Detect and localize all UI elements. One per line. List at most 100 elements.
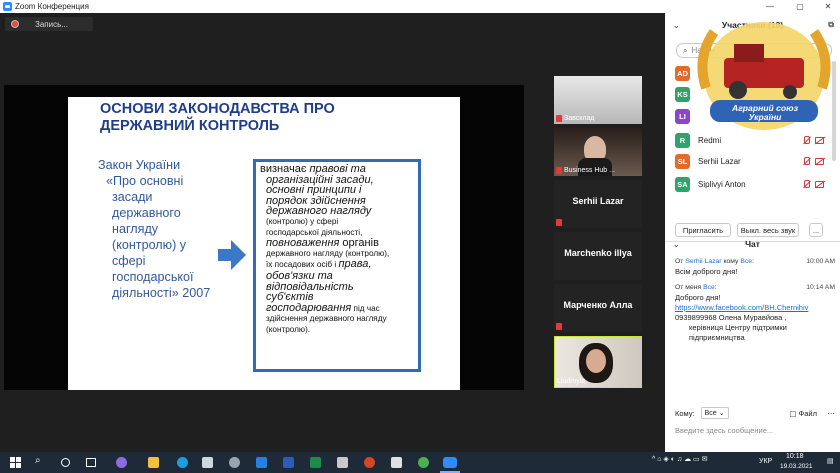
slide-definition-box: визначає правові та організаційні засади… — [253, 159, 421, 372]
participant-name: Siplivyi Anton — [698, 179, 746, 189]
zoom-app-icon — [3, 2, 12, 11]
muted-mic-icon — [556, 167, 562, 174]
participant-row[interactable]: KS — [675, 86, 835, 102]
chat-text: керівниця Центру підтримки — [689, 323, 787, 332]
video-tile-business-hub[interactable]: Business Hub ... — [554, 128, 642, 176]
tray-icons[interactable]: ^ ⌂ ◈ ◐ ♫ ☁ ▭ ✉ — [652, 455, 707, 463]
video-tile-liudmyla[interactable]: Liudmyla — [554, 336, 642, 388]
zoom-taskbar-icon[interactable] — [443, 457, 457, 468]
presentation-slide: ОСНОВИ ЗАКОНОДАВСТВА ПРО ДЕРЖАВНИЙ КОНТР… — [68, 97, 460, 390]
recording-indicator[interactable]: Запись... — [5, 17, 93, 31]
tile-name: Завсклад — [564, 115, 595, 122]
chat-time: 10:14 AM — [806, 284, 835, 291]
chat-link[interactable]: https://www.facebook.com/BH.Chernihiv — [675, 303, 808, 312]
powerpoint-icon[interactable] — [364, 457, 375, 468]
chat-recipient-row: Кому: Все ⌄ ▢ Файл ⋯ — [675, 407, 835, 419]
chat-text: 0939899968 Олена Муравйова , — [675, 313, 787, 322]
settings-icon[interactable] — [229, 457, 240, 468]
minimize-button[interactable]: — — [758, 0, 782, 13]
chat-input[interactable]: Введите здесь сообщение... — [675, 426, 773, 435]
popout-icon[interactable]: ⧉ — [828, 20, 834, 30]
slide-law-name: Закон України «Про основні засади держав… — [98, 158, 211, 300]
avatar: R — [675, 132, 690, 148]
video-tile-marchenko-illya[interactable]: Marchenko illya — [554, 232, 642, 280]
participant-row[interactable]: SA Siplivyi Anton — [675, 176, 835, 192]
close-button[interactable]: ✕ — [816, 0, 840, 13]
recipient-select[interactable]: Все ⌄ — [700, 407, 729, 419]
participant-row[interactable]: AD — [675, 65, 835, 81]
avatar: LI — [675, 108, 690, 124]
recording-label: Запись... — [35, 19, 68, 29]
avatar: KS — [675, 86, 690, 102]
avatar: SA — [675, 176, 690, 192]
camera-off-icon — [815, 157, 825, 165]
language-indicator[interactable]: УКР — [759, 458, 772, 465]
chrome-icon[interactable] — [418, 457, 429, 468]
record-dot-icon — [11, 20, 19, 28]
app-icon[interactable] — [116, 457, 127, 468]
edge-icon[interactable] — [177, 457, 188, 468]
chat-time: 10:00 AM — [806, 258, 835, 265]
muted-mic-icon — [802, 179, 810, 189]
tile-name: Business Hub ... — [564, 167, 615, 174]
maximize-button[interactable]: ▢ — [788, 0, 812, 13]
slide-title: ОСНОВИ ЗАКОНОДАВСТВА ПРО ДЕРЖАВНИЙ КОНТР… — [100, 101, 335, 134]
participant-search-input[interactable]: ⌕ Найти — [676, 43, 832, 58]
participant-name: Serhii Lazar — [698, 156, 741, 166]
clock-time[interactable]: 10:18 — [786, 453, 804, 460]
search-icon[interactable]: ⌕ — [35, 455, 41, 466]
muted-mic-icon — [802, 135, 810, 145]
chat-text: Доброго дня! — [675, 293, 721, 302]
chat-text: підприємництва — [689, 333, 745, 342]
person-face — [586, 349, 606, 373]
participant-row[interactable]: R Redmi — [675, 132, 835, 148]
file-explorer-icon[interactable] — [148, 457, 159, 468]
cortana-icon[interactable] — [61, 458, 70, 467]
participants-scrollbar[interactable] — [832, 61, 836, 161]
tile-name: Marchenko illya — [564, 248, 632, 258]
chat-message: От меня Все: 10:14 AM Доброго дня! https… — [675, 283, 835, 343]
arrow-right-icon — [218, 240, 246, 270]
store-icon[interactable] — [202, 457, 213, 468]
chat-text: Всім доброго дня! — [675, 267, 738, 276]
video-tile-serhii-lazar[interactable]: Serhii Lazar — [554, 180, 642, 228]
avatar: AD — [675, 65, 690, 81]
word-icon[interactable] — [283, 457, 294, 468]
notepad-icon[interactable] — [337, 457, 348, 468]
notifications-icon[interactable]: ▤ — [827, 457, 834, 465]
windows-taskbar: ⌕ ^ ⌂ ◈ ◐ ♫ ☁ ▭ ✉ УКР 10:18 19.03.2021 ▤ — [0, 452, 840, 473]
tile-name: Марченко Алла — [563, 300, 633, 310]
screen-share: ОСНОВИ ЗАКОНОДАВСТВА ПРО ДЕРЖАВНИЙ КОНТР… — [4, 85, 524, 390]
muted-mic-icon — [556, 115, 562, 122]
side-panel: ⌄ Участники (18) ⧉ ⌕ Найти AD KS LI R Re… — [665, 13, 840, 452]
windows-start-icon[interactable] — [10, 457, 21, 468]
muted-mic-icon — [556, 219, 562, 226]
muted-mic-icon — [802, 156, 810, 166]
window-title: Zoom Конференция — [15, 2, 89, 11]
participants-header: ⌄ Участники (18) ⧉ — [673, 20, 834, 30]
chevron-down-icon[interactable]: ⌄ — [673, 240, 680, 249]
camera-off-icon — [815, 180, 825, 188]
participant-row[interactable]: LI — [675, 108, 835, 124]
zoom-window: Zoom Конференция — ▢ ✕ Запись... ОСНОВИ … — [0, 0, 840, 452]
chevron-down-icon: ⌄ — [718, 410, 725, 417]
search-icon: ⌕ — [683, 45, 688, 55]
chevron-down-icon[interactable]: ⌄ — [673, 21, 680, 30]
title-bar: Zoom Конференция — ▢ ✕ — [0, 0, 840, 13]
clock-date[interactable]: 19.03.2021 — [780, 463, 813, 470]
video-tile-marchenko-alla[interactable]: Марченко Алла — [554, 284, 642, 332]
file-button[interactable]: ▢ Файл — [789, 409, 817, 418]
camera-off-icon — [815, 136, 825, 144]
mail-icon[interactable] — [256, 457, 267, 468]
chat-message: От Serhii Lazar кому Все: 10:00 AM Всім … — [675, 257, 835, 277]
video-tile-zavsklad[interactable]: Завсклад — [554, 76, 642, 124]
participant-row[interactable]: SL Serhii Lazar — [675, 153, 835, 169]
avatar: SL — [675, 153, 690, 169]
file-icon: ▢ — [789, 408, 799, 418]
muted-mic-icon — [556, 323, 562, 330]
more-icon[interactable]: ⋯ — [827, 409, 835, 418]
task-view-icon[interactable] — [86, 458, 96, 467]
tile-name: Liudmyla — [557, 378, 586, 385]
excel-icon[interactable] — [310, 457, 321, 468]
app-icon[interactable] — [391, 457, 402, 468]
